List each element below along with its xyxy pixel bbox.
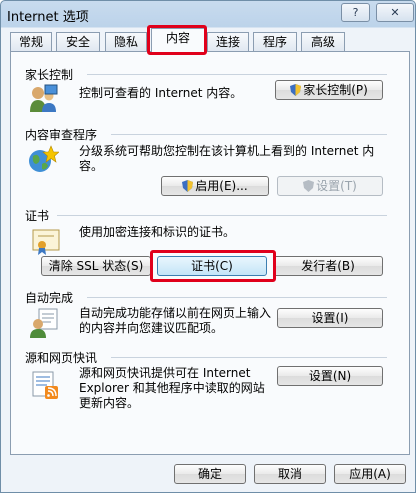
uac-shield-icon xyxy=(303,180,315,192)
tab-connections[interactable]: 连接 xyxy=(207,32,249,52)
feeds-title: 源和网页快讯 xyxy=(25,351,98,365)
enable-button-label: 启用(E)... xyxy=(195,179,248,193)
apply-button[interactable]: 应用(A) xyxy=(334,464,406,484)
advisor-settings-button[interactable]: 设置(T) xyxy=(277,176,383,196)
uac-shield-icon xyxy=(182,180,194,192)
clear-ssl-state-button[interactable]: 清除 SSL 状态(S) xyxy=(41,256,151,276)
parental-controls-title: 家长控制 xyxy=(25,68,74,82)
tab-advanced[interactable]: 高级 xyxy=(301,32,345,52)
window-title: Internet 选项 xyxy=(7,10,89,25)
section-divider xyxy=(111,134,387,135)
certificate-icon xyxy=(32,229,60,255)
feeds-settings-button[interactable]: 设置(N) xyxy=(277,366,383,386)
section-divider xyxy=(87,74,387,75)
tab-programs[interactable]: 程序 xyxy=(253,32,297,52)
certificates-description: 使用加密连接和标识的证书。 xyxy=(79,225,236,239)
autocomplete-icon xyxy=(30,308,58,338)
publishers-button[interactable]: 发行者(B) xyxy=(273,256,383,276)
content-advisor-description: 分级系统可帮助您控制在该计算机上看到的 Internet 内容。 xyxy=(79,144,375,173)
advisor-settings-button-label: 设置(T) xyxy=(316,179,357,193)
tab-strip: 常规 安全 隐私 内容 连接 程序 高级 xyxy=(1,28,415,53)
parental-controls-button[interactable]: 家长控制(P) xyxy=(275,80,383,100)
help-button[interactable]: ? xyxy=(341,3,370,22)
title-bar: Internet 选项 ? ✕ xyxy=(1,1,415,27)
autocomplete-description: 自动完成功能存储以前在网页上输入的内容并向您建议匹配项。 xyxy=(79,306,272,335)
close-button[interactable]: ✕ xyxy=(376,3,414,22)
parental-controls-description: 控制可查看的 Internet 内容。 xyxy=(79,86,243,100)
feeds-icon xyxy=(32,371,58,399)
content-advisor-icon xyxy=(29,145,59,172)
enable-button[interactable]: 启用(E)... xyxy=(161,176,269,196)
dialog-button-bar: 确定 取消 应用(A) xyxy=(1,456,415,492)
certificates-title: 证书 xyxy=(25,209,50,223)
parental-controls-button-label: 家长控制(P) xyxy=(303,83,368,97)
section-divider xyxy=(87,297,387,298)
parental-controls-icon xyxy=(30,84,58,112)
autocomplete-title: 自动完成 xyxy=(25,291,74,305)
uac-shield-icon xyxy=(290,84,302,96)
content-advisor-title: 内容审查程序 xyxy=(25,128,98,142)
certificates-highlight-box xyxy=(150,250,276,282)
tab-general[interactable]: 常规 xyxy=(10,32,52,52)
tab-highlight-box xyxy=(147,25,207,55)
section-divider xyxy=(57,215,387,216)
section-divider xyxy=(111,357,387,358)
tab-security[interactable]: 安全 xyxy=(56,32,100,52)
autocomplete-settings-button[interactable]: 设置(I) xyxy=(277,308,383,328)
cancel-button[interactable]: 取消 xyxy=(254,464,326,484)
tab-privacy[interactable]: 隐私 xyxy=(105,32,147,52)
ok-button[interactable]: 确定 xyxy=(174,464,246,484)
internet-options-window: Internet 选项 ? ✕ 常规 安全 隐私 内容 连接 程序 高级 家长控… xyxy=(0,0,416,493)
feeds-description: 源和网页快讯提供可在 Internet Explorer 和其他程序中读取的网站… xyxy=(79,366,265,410)
